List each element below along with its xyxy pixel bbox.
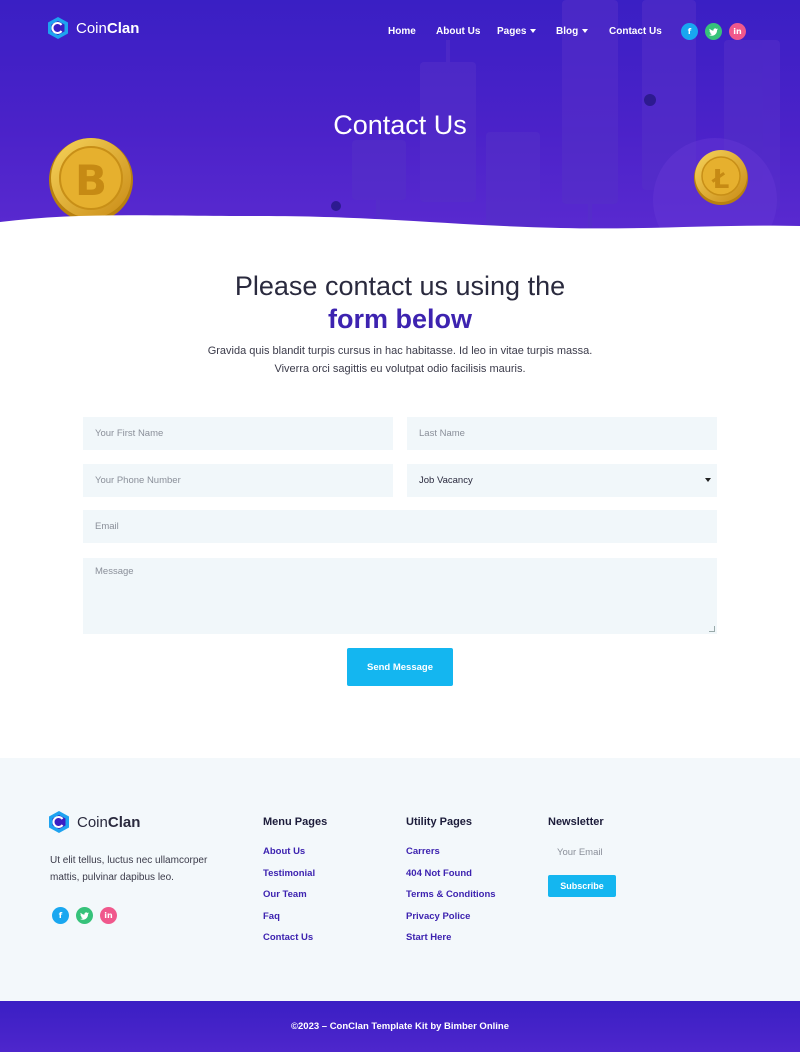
linkedin-icon[interactable]: in — [100, 907, 117, 924]
utility-pages-list: Carrers 404 Not Found Terms & Conditions… — [406, 846, 496, 954]
subscribe-button[interactable]: Subscribe — [548, 875, 616, 897]
contact-intro: Gravida quis blandit turpis cursus in ha… — [207, 345, 593, 375]
menu-pages-list: About Us Testimonial Our Team Faq Contac… — [263, 846, 315, 954]
send-message-button[interactable]: Send Message — [347, 648, 453, 686]
footer-link-404[interactable]: 404 Not Found — [406, 868, 496, 890]
newsletter-heading: Newsletter — [548, 816, 604, 828]
copyright-text: ©2023 – ConClan Template Kit by Bimber O… — [291, 1021, 509, 1032]
footer-link-terms[interactable]: Terms & Conditions — [406, 889, 496, 911]
phone-field[interactable]: Your Phone Number — [83, 464, 393, 497]
job-select-value: Job Vacancy — [419, 475, 473, 486]
bitcoin-coin-icon: B — [49, 138, 133, 222]
header-social-links: f in — [681, 23, 746, 40]
brand-name: CoinClan — [76, 19, 140, 37]
first-name-field[interactable]: Your First Name — [83, 417, 393, 450]
footer-link-contact-us[interactable]: Contact Us — [263, 932, 315, 954]
footer-brand-name: CoinClan — [77, 813, 141, 831]
nav-pages-label: Pages — [497, 26, 527, 37]
twitter-icon[interactable] — [705, 23, 722, 40]
copyright-bar: ©2023 – ConClan Template Kit by Bimber O… — [0, 1001, 800, 1052]
footer-link-testimonial[interactable]: Testimonial — [263, 868, 315, 890]
facebook-icon[interactable]: f — [681, 23, 698, 40]
nav-pages[interactable]: Pages — [497, 26, 537, 37]
phone-placeholder: Your Phone Number — [95, 475, 181, 486]
top-nav: CoinClan Home About Us Pages Blog Contac… — [0, 0, 800, 64]
email-field[interactable]: Email — [83, 510, 717, 543]
chevron-down-icon — [582, 29, 589, 33]
footer-link-about-us[interactable]: About Us — [263, 846, 315, 868]
footer-brand-logo[interactable]: CoinClan — [47, 809, 140, 835]
footer-link-faq[interactable]: Faq — [263, 911, 315, 933]
last-name-field[interactable]: Last Name — [407, 417, 717, 450]
newsletter-email-placeholder: Your Email — [557, 847, 603, 858]
first-name-placeholder: Your First Name — [95, 428, 164, 439]
footer: CoinClan Ut elit tellus, luctus nec ulla… — [0, 758, 800, 1001]
footer-social-links: f in — [52, 907, 117, 924]
message-placeholder: Message — [95, 566, 134, 577]
nav-blog-label: Blog — [556, 26, 579, 37]
contact-heading-line1: Please contact us using the — [234, 271, 566, 301]
nav-home[interactable]: Home — [388, 26, 416, 37]
logo-hexagon-icon — [48, 17, 68, 39]
menu-pages-heading: Menu Pages — [263, 816, 328, 828]
footer-link-start-here[interactable]: Start Here — [406, 932, 496, 954]
newsletter-email-input[interactable]: Your Email — [548, 847, 638, 865]
chevron-down-icon — [705, 478, 711, 482]
page-title: Contact Us — [333, 110, 467, 140]
contact-heading: Please contact us using the form below — [0, 270, 800, 336]
litecoin-coin-icon: Ł — [694, 150, 748, 205]
message-textarea[interactable]: Message — [83, 558, 717, 634]
chevron-down-icon — [530, 29, 537, 33]
svg-text:B: B — [75, 156, 107, 205]
job-select[interactable]: Job Vacancy — [407, 464, 717, 497]
nav-contact-us[interactable]: Contact Us — [609, 26, 662, 37]
email-placeholder: Email — [95, 521, 119, 532]
footer-link-our-team[interactable]: Our Team — [263, 889, 315, 911]
resize-handle-icon[interactable] — [709, 626, 715, 632]
last-name-placeholder: Last Name — [419, 428, 465, 439]
footer-link-privacy[interactable]: Privacy Police — [406, 911, 496, 933]
linkedin-icon[interactable]: in — [729, 23, 746, 40]
hero-section: B Ł CoinClan Home About Us Pages Blog Co… — [0, 0, 800, 236]
contact-heading-line2: form below — [327, 304, 472, 334]
facebook-icon[interactable]: f — [52, 907, 69, 924]
brand-logo[interactable]: CoinClan — [46, 16, 139, 40]
nav-blog[interactable]: Blog — [556, 26, 589, 37]
footer-description: Ut elit tellus, luctus nec ullamcorper m… — [50, 855, 208, 883]
nav-about-us[interactable]: About Us — [436, 26, 480, 37]
twitter-icon[interactable] — [76, 907, 93, 924]
svg-text:Ł: Ł — [711, 165, 730, 195]
footer-link-carrers[interactable]: Carrers — [406, 846, 496, 868]
logo-hexagon-icon — [49, 811, 69, 833]
utility-pages-heading: Utility Pages — [406, 816, 473, 828]
